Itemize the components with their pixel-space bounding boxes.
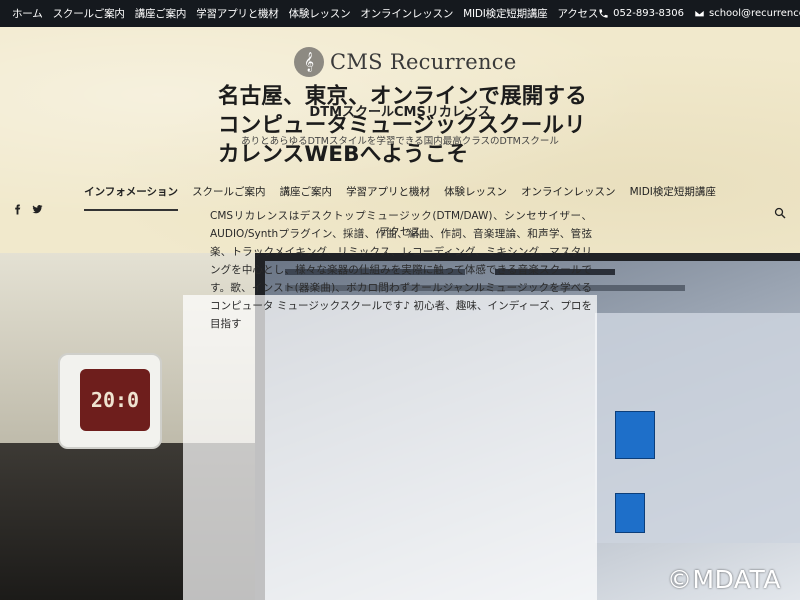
top-nav-access[interactable]: アクセス [557,6,598,21]
daw-pad [615,493,645,533]
top-nav-apps[interactable]: 学習アプリと機材 [196,6,279,21]
top-nav-trial[interactable]: 体験レッスン [289,6,351,21]
main-nav-info[interactable]: インフォメーション [84,184,179,211]
copyright-watermark: ©MDATA [667,565,781,594]
logo-text: CMS Recurrence [330,50,517,74]
site-logo[interactable]: 𝄞 CMS Recurrence [294,47,517,77]
contact-info: 052-893-8306 school@recurrence.net [598,8,800,19]
top-nav-school[interactable]: スクールご案内 [53,6,125,21]
top-nav-home[interactable]: ホーム [12,6,43,21]
email-address: school@recurrence.net [709,8,800,19]
top-nav: ホーム スクールご案内 講座ご案内 学習アプリと機材 体験レッスン オンラインレ… [12,6,598,21]
search-icon [774,207,786,219]
phone-number: 052-893-8306 [613,8,684,19]
phone-link[interactable]: 052-893-8306 [598,8,684,19]
treble-clef-icon: 𝄞 [294,47,324,77]
phone-icon [599,9,608,18]
top-nav-courses[interactable]: 講座ご案内 [135,6,187,21]
top-nav-midi[interactable]: MIDI検定短期講座 [463,6,548,21]
email-link[interactable]: school@recurrence.net [694,8,800,19]
daw-pad [615,411,655,459]
envelope-icon [694,9,705,18]
clock-display: 20:0 [80,369,150,431]
main-nav-midi[interactable]: MIDI検定短期講座 [630,184,716,211]
search-button[interactable] [774,204,786,223]
hero-title: 名古屋、東京、オンラインで展開するコンピュータミュージックスクールリカレンスWE… [218,84,587,167]
hero-clock-image: 20:0 [58,353,162,449]
hero-body-text: CMSリカレンスはデスクトップミュージック(DTM/DAW)、シンセサイザー、A… [210,210,592,330]
top-nav-online[interactable]: オンラインレッスン [360,6,453,21]
top-bar: ホーム スクールご案内 講座ご案内 学習アプリと機材 体験レッスン オンラインレ… [0,0,800,27]
hero-text-overlay [183,295,597,600]
